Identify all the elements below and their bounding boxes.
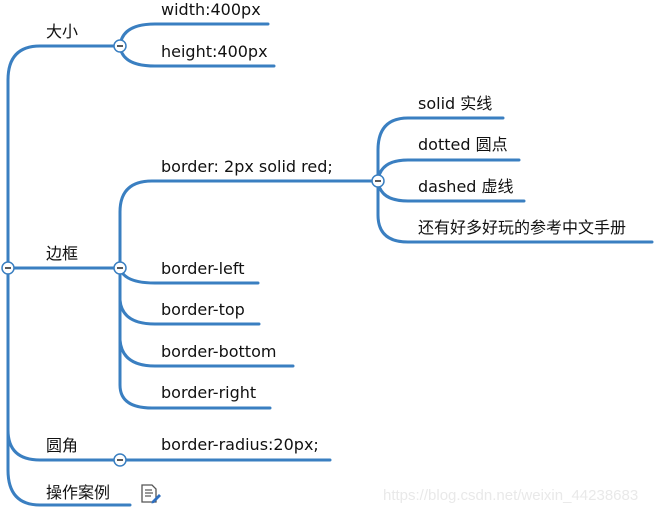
node-border-top[interactable]: border-top [161, 300, 245, 320]
node-dotted[interactable]: dotted 圆点 [418, 135, 508, 155]
node-border-shorthand[interactable]: border: 2px solid red; [161, 157, 333, 177]
node-border-bottom[interactable]: border-bottom [161, 342, 276, 362]
node-manual[interactable]: 还有好多好玩的参考中文手册 [418, 218, 626, 238]
collapse-toggle-radius[interactable] [113, 453, 127, 467]
node-border-left[interactable]: border-left [161, 259, 244, 279]
watermark: https://blog.csdn.net/weixin_44238683 [383, 487, 639, 504]
connector-border-main [118, 179, 380, 270]
node-border[interactable]: 边框 [46, 244, 78, 264]
collapse-toggle-size[interactable] [113, 39, 127, 53]
node-radius[interactable]: 圆角 [46, 436, 78, 456]
node-radius-value[interactable]: border-radius:20px; [161, 435, 319, 455]
collapse-toggle-border-main[interactable] [371, 174, 385, 188]
node-examples[interactable]: 操作案例 [46, 483, 110, 503]
mindmap-canvas [1, 22, 654, 507]
node-solid[interactable]: solid 实线 [418, 94, 492, 114]
collapse-toggle-border[interactable] [113, 261, 127, 275]
node-size[interactable]: 大小 [46, 22, 78, 42]
node-border-right[interactable]: border-right [161, 383, 256, 403]
node-height[interactable]: height:400px [161, 42, 268, 62]
node-width[interactable]: width:400px [161, 0, 261, 20]
note-edit-icon[interactable] [140, 484, 162, 504]
node-dashed[interactable]: dashed 虚线 [418, 177, 514, 197]
collapse-toggle-root[interactable] [1, 261, 15, 275]
connector-root-trunk [6, 44, 122, 82]
